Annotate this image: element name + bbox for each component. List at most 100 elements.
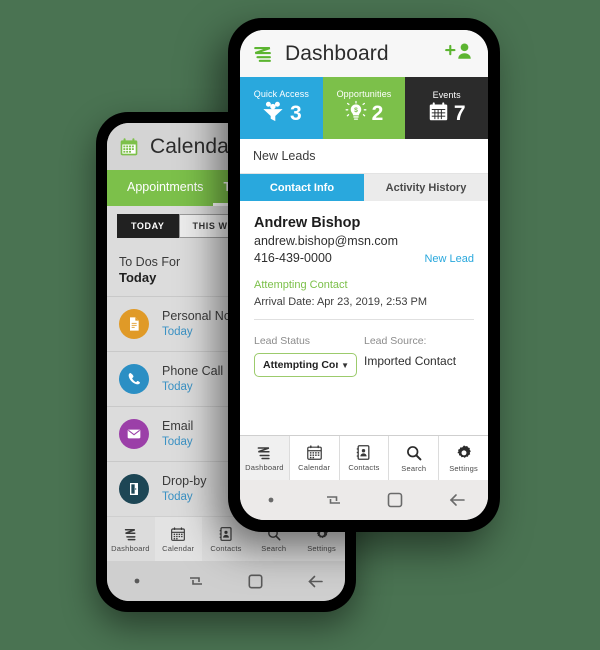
contact-name: Andrew Bishop — [254, 215, 361, 231]
funnel-people-icon — [261, 100, 285, 127]
tile-value: 7 — [453, 102, 466, 125]
todo-name: Phone Call — [162, 364, 224, 378]
home-square-icon[interactable] — [226, 573, 286, 589]
lead-status-column: Lead Status Attempting Contac ▼ — [254, 334, 364, 377]
tile-caption: Events — [432, 89, 461, 100]
tile-opportunities[interactable]: Opportunities $ 2 — [322, 77, 406, 139]
list-item-text: Drop-by Today — [162, 473, 206, 505]
nav-item-contacts[interactable]: Contacts — [340, 436, 390, 480]
tile-value-row: 7 — [428, 101, 466, 127]
tile-value-row: 3 — [261, 100, 302, 127]
appbar-left: Dashboard — [252, 42, 389, 66]
lead-status-value: Attempting Contac — [263, 359, 338, 371]
divider — [254, 319, 474, 320]
calendar-icon — [428, 101, 449, 127]
todo-due: Today — [162, 491, 193, 503]
lead-source-label: Lead Source: — [364, 335, 427, 347]
tab-activity-history[interactable]: Activity History — [364, 174, 488, 201]
section-title: New Leads — [240, 139, 488, 174]
calendar-icon — [306, 444, 323, 461]
tile-value: 2 — [371, 102, 384, 125]
tile-quick-access[interactable]: Quick Access 3 — [240, 77, 323, 139]
stat-tiles: Quick Access 3 Opportunities $ 2 Events … — [240, 77, 488, 139]
home-square-icon[interactable] — [364, 492, 426, 508]
tile-value: 3 — [289, 102, 302, 125]
envelope-icon — [119, 419, 149, 449]
contact-phone-row: 416-439-0000 New Lead — [254, 250, 474, 269]
lightbulb-dollar-icon: $ — [345, 100, 367, 127]
nav-item-dashboard[interactable]: Dashboard — [107, 517, 155, 561]
calendar-icon — [119, 137, 139, 157]
nav-label: Settings — [307, 543, 336, 553]
nav-item-calendar[interactable]: Calendar — [290, 436, 340, 480]
nav-label: Search — [261, 543, 287, 553]
lead-source-value: Imported Contact — [364, 354, 457, 368]
zigzag-logo-icon — [255, 444, 273, 461]
phone-icon — [119, 364, 149, 394]
dot-icon — [107, 578, 167, 584]
list-item-text: Email Today — [162, 418, 193, 450]
note-icon — [119, 309, 149, 339]
search-icon — [405, 444, 423, 462]
contact-arrival-date: Arrival Date: Apr 23, 2019, 2:53 PM — [254, 296, 428, 308]
contact-email[interactable]: andrew.bishop@msn.com — [254, 233, 474, 250]
lead-info-row: Lead Status Attempting Contac ▼ Lead Sou… — [240, 326, 488, 389]
door-icon — [119, 474, 149, 504]
nav-label: Search — [401, 463, 427, 473]
todo-due: Today — [162, 436, 193, 448]
nav-label: Calendar — [162, 543, 195, 553]
todo-due: Today — [162, 381, 193, 393]
nav-label: Dashboard — [111, 543, 150, 553]
nav-label: Contacts — [348, 463, 380, 472]
page-title: Calendar — [150, 134, 237, 158]
tab-appointments[interactable]: Appointments — [117, 170, 213, 206]
svg-text:$: $ — [354, 107, 358, 114]
lead-status-label: Lead Status — [254, 335, 311, 347]
add-person-icon[interactable] — [442, 40, 476, 67]
back-arrow-icon[interactable] — [426, 492, 488, 508]
detail-tabbar: Contact Info Activity History — [240, 174, 488, 201]
front-phone-bottom: Dashboard Calendar Contacts Search Setti… — [240, 435, 488, 520]
nav-item-search[interactable]: Search — [389, 436, 440, 480]
todo-name: Drop-by — [162, 474, 207, 488]
tile-value-row: $ 2 — [345, 100, 384, 127]
recent-apps-icon[interactable] — [167, 573, 227, 589]
front-phone-device: Dashboard Quick Access 3 Opportunities $… — [228, 18, 500, 532]
segment-today[interactable]: TODAY — [117, 214, 179, 238]
nav-label: Calendar — [298, 463, 331, 472]
tile-events[interactable]: Events 7 — [405, 77, 488, 139]
front-phone-screen: Dashboard Quick Access 3 Opportunities $… — [240, 30, 488, 520]
nav-item-settings[interactable]: Settings — [439, 436, 488, 480]
nav-label: Dashboard — [245, 463, 284, 472]
contact-status: Attempting Contact — [254, 279, 348, 291]
zigzag-logo-icon — [122, 526, 139, 542]
system-keys-bar — [107, 561, 345, 601]
contact-card: Andrew Bishop andrew.bishop@msn.com 416-… — [240, 201, 488, 326]
page-title: Dashboard — [285, 41, 389, 65]
gear-icon — [455, 444, 473, 462]
contacts-book-icon — [218, 526, 234, 542]
dot-icon — [240, 497, 302, 503]
nav-item-calendar[interactable]: Calendar — [154, 517, 203, 561]
zigzag-logo-icon — [252, 44, 274, 64]
lead-status-select[interactable]: Attempting Contac ▼ — [254, 353, 357, 377]
nav-item-dashboard[interactable]: Dashboard — [240, 436, 290, 480]
dashboard-appbar: Dashboard — [240, 30, 488, 77]
recent-apps-icon[interactable] — [302, 492, 364, 508]
lead-source-column: Lead Source: Imported Contact — [364, 334, 474, 377]
contacts-book-icon — [355, 444, 372, 461]
back-arrow-icon[interactable] — [286, 574, 346, 589]
contact-phone[interactable]: 416-439-0000 — [254, 250, 332, 267]
bottom-navigation: Dashboard Calendar Contacts Search Setti… — [240, 435, 488, 480]
status-badge: New Lead — [424, 253, 474, 265]
chevron-down-icon: ▼ — [341, 360, 349, 370]
tab-contact-info[interactable]: Contact Info — [240, 174, 364, 201]
tile-caption: Quick Access — [253, 89, 309, 99]
tile-caption: Opportunities — [336, 89, 392, 99]
list-item-text: Phone Call Today — [162, 363, 223, 395]
nav-label: Settings — [449, 463, 478, 473]
system-keys-bar — [240, 480, 488, 520]
todo-name: Email — [162, 419, 194, 433]
screenshot-stage: Calendar Appointments To Dos TODAY THIS … — [0, 0, 600, 650]
nav-label: Contacts — [210, 543, 242, 553]
